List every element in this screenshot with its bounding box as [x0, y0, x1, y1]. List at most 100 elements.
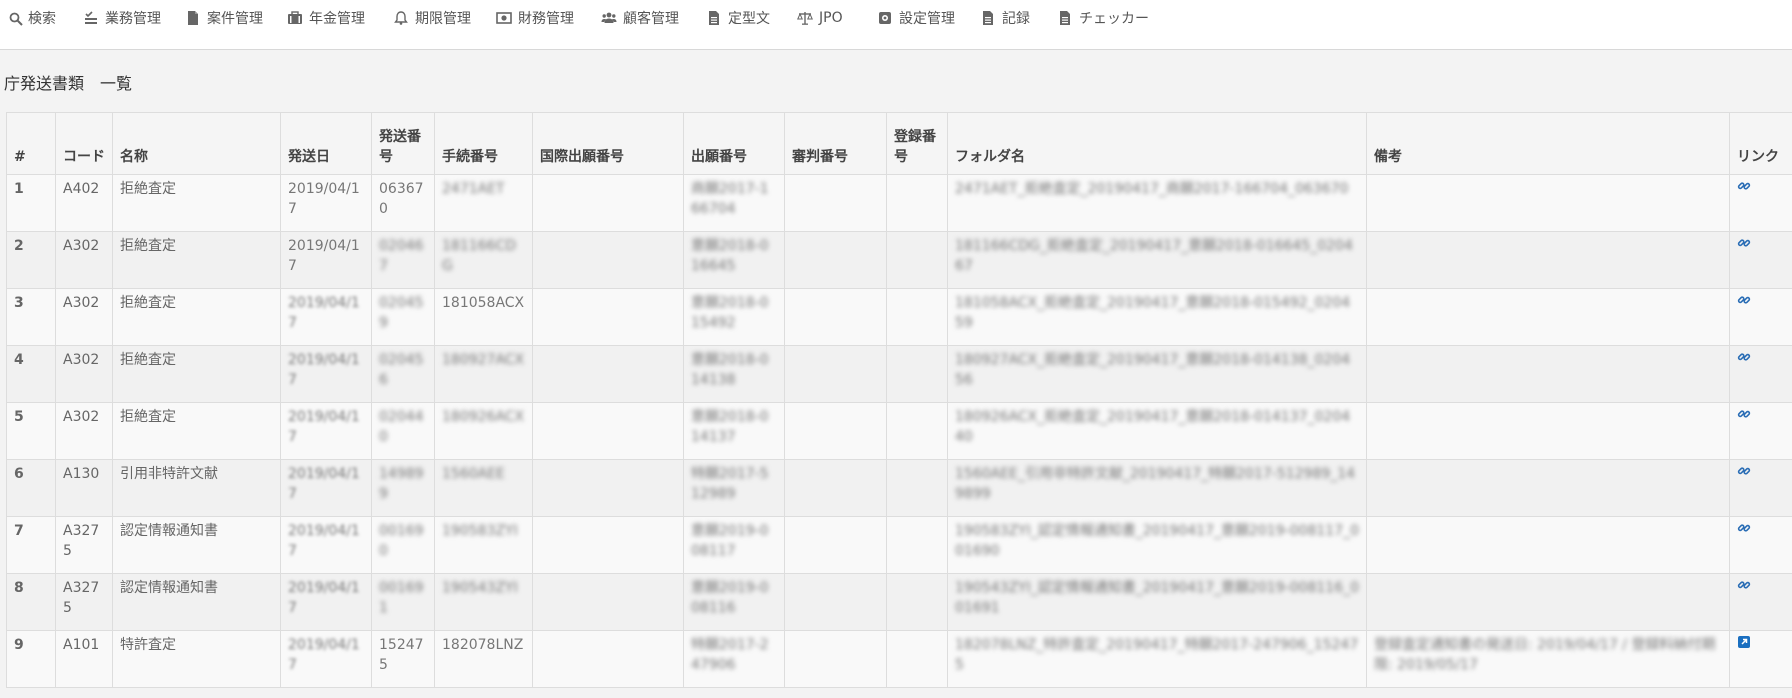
file-text-icon — [706, 10, 722, 26]
cell-name-text: 引用非特許文献 — [120, 466, 218, 482]
header-col-send-no[interactable]: 発送番号 — [371, 112, 435, 175]
nav-item-6[interactable]: 顧客管理 — [601, 8, 679, 28]
header-col-link[interactable]: リンク — [1729, 112, 1792, 175]
cell-name-text: 拒絶査定 — [120, 352, 176, 368]
table-row[interactable]: 7 A3275 認定情報通知書 2019/04/17 001690 190583ZYI 意願… — [6, 516, 1792, 574]
cell-code-text: A402 — [63, 181, 100, 197]
table-row[interactable]: 4 A302 拒絶査定 2019/04/17 020456 180927ACX 意願2018… — [6, 345, 1792, 403]
cell-folder: 181166CDG_拒絶査定_20190417_意願2018-016645_02… — [947, 231, 1367, 289]
header-col-app-no[interactable]: 出願番号 — [683, 112, 785, 175]
link-icon[interactable] — [1737, 179, 1751, 193]
link-icon[interactable] — [1737, 293, 1751, 307]
nav-item-11[interactable]: チェッカー — [1057, 8, 1149, 28]
table-row[interactable]: 5 A302 拒絶査定 2019/04/17 020440 180926ACX 意願2018… — [6, 402, 1792, 460]
cell-appeal-no — [784, 573, 887, 631]
cell-code: A302 — [55, 288, 113, 346]
table-row[interactable]: 2 A302 拒絶査定 2019/04/17 020467 181166CDG 意願2018… — [6, 231, 1792, 289]
nav-item-8[interactable]: JPO — [797, 8, 843, 28]
cell-reg-no — [886, 402, 948, 460]
cell-note — [1366, 345, 1730, 403]
link-icon[interactable] — [1737, 578, 1751, 592]
money-icon — [496, 10, 512, 26]
cell-reg-no — [886, 573, 948, 631]
cell-send-date-text: 2019/04/17 — [288, 295, 360, 331]
header-col-appeal-no[interactable]: 審判番号 — [784, 112, 887, 175]
cell-name-text: 認定情報通知書 — [120, 523, 218, 539]
nav-item-7[interactable]: 定型文 — [706, 8, 770, 28]
cell-code: A302 — [55, 231, 113, 289]
cell-intl-no — [532, 345, 684, 403]
search-icon — [8, 11, 23, 26]
cell-send-no-text: 020440 — [379, 409, 424, 445]
cell-send-no: 152475 — [371, 630, 435, 688]
cell-note: 登録査定通知書の発送日: 2019/04/17 / 登録料納付期限: 2019/… — [1366, 630, 1730, 688]
cell-folder: 190543ZYI_認定情報通知書_20190417_意願2019-008116… — [947, 573, 1367, 631]
header-col-index[interactable]: # — [6, 112, 56, 175]
documents-table-container: # コード 名称 発送日 発送番号 手続番号 国際出願番号 出願番号 審判番号 登録番号 フォルダ名… — [6, 112, 1792, 698]
cell-code-text: A302 — [63, 295, 100, 311]
nav-item-9[interactable]: 設定管理 — [877, 8, 955, 28]
cell-proc-no-text: 182078LNZ — [442, 637, 524, 653]
nav-item-1[interactable]: 業務管理 — [83, 8, 161, 28]
cell-name: 認定情報通知書 — [112, 516, 281, 574]
briefcase-icon — [287, 10, 303, 26]
cell-intl-no — [532, 174, 684, 232]
balance-scale-icon — [797, 10, 813, 26]
file-text-icon — [1057, 10, 1073, 26]
table-row[interactable]: 8 A3275 認定情報通知書 2019/04/17 001691 190543ZYI 意願… — [6, 573, 1792, 631]
table-row[interactable]: 9 A101 特許査定 2019/04/17 152475 182078LNZ 特願2017… — [6, 630, 1792, 688]
cell-name: 特許査定 — [112, 630, 281, 688]
header-col-name[interactable]: 名称 — [112, 112, 281, 175]
cell-idx-text: 2 — [14, 238, 24, 254]
table-row[interactable]: 3 A302 拒絶査定 2019/04/17 020459 181058ACX 意願2018… — [6, 288, 1792, 346]
cell-code-text: A302 — [63, 409, 100, 425]
cell-link — [1729, 174, 1792, 232]
table-row[interactable]: 6 A130 引用非特許文献 2019/04/17 149899 1560AEE 特願201… — [6, 459, 1792, 517]
link-icon[interactable] — [1737, 464, 1751, 478]
header-col-intl-no[interactable]: 国際出願番号 — [532, 112, 684, 175]
cell-name-text: 特許査定 — [120, 637, 176, 653]
nav-item-label: 記録 — [1002, 11, 1030, 27]
nav-item-2[interactable]: 案件管理 — [185, 8, 263, 28]
external-link-icon[interactable] — [1737, 635, 1751, 649]
header-col-note[interactable]: 備考 — [1366, 112, 1730, 175]
cell-proc-no-text: 1560AEE — [442, 466, 505, 482]
header-col-proc-no[interactable]: 手続番号 — [434, 112, 533, 175]
link-icon[interactable] — [1737, 350, 1751, 364]
cell-link — [1729, 288, 1792, 346]
cell-proc-no: 2471AET — [434, 174, 533, 232]
cell-name: 拒絶査定 — [112, 231, 281, 289]
cell-intl-no — [532, 573, 684, 631]
cell-name-text: 拒絶査定 — [120, 181, 176, 197]
cell-code-text: A302 — [63, 352, 100, 368]
table-row[interactable]: 1 A402 拒絶査定 2019/04/17 063670 2471AET 商願2017-1… — [6, 174, 1792, 232]
cell-folder: 181058ACX_拒絶査定_20190417_意願2018-015492_02… — [947, 288, 1367, 346]
cell-reg-no — [886, 630, 948, 688]
cell-reg-no — [886, 288, 948, 346]
cell-idx: 9 — [6, 630, 56, 688]
link-icon[interactable] — [1737, 407, 1751, 421]
cell-appeal-no — [784, 345, 887, 403]
link-icon[interactable] — [1737, 521, 1751, 535]
cell-name: 拒絶査定 — [112, 345, 281, 403]
nav-item-4[interactable]: 期限管理 — [393, 8, 471, 28]
cell-idx-text: 4 — [14, 352, 24, 368]
header-col-reg-no[interactable]: 登録番号 — [886, 112, 948, 175]
cell-link — [1729, 516, 1792, 574]
nav-item-3[interactable]: 年金管理 — [287, 8, 365, 28]
header-col-code[interactable]: コード — [55, 112, 113, 175]
cell-send-no: 063670 — [371, 174, 435, 232]
cell-send-no: 001691 — [371, 573, 435, 631]
cell-app-no-text: 特願2017-247906 — [691, 637, 769, 673]
nav-item-5[interactable]: 財務管理 — [496, 8, 574, 28]
cell-note — [1366, 402, 1730, 460]
nav-item-0[interactable]: 検索 — [8, 8, 56, 28]
header-col-send-date[interactable]: 発送日 — [280, 112, 372, 175]
cell-idx: 8 — [6, 573, 56, 631]
header-col-folder[interactable]: フォルダ名 — [947, 112, 1367, 175]
nav-item-10[interactable]: 記録 — [980, 8, 1030, 28]
cell-link — [1729, 231, 1792, 289]
link-icon[interactable] — [1737, 236, 1751, 250]
cell-proc-no: 190583ZYI — [434, 516, 533, 574]
users-icon — [601, 10, 617, 26]
